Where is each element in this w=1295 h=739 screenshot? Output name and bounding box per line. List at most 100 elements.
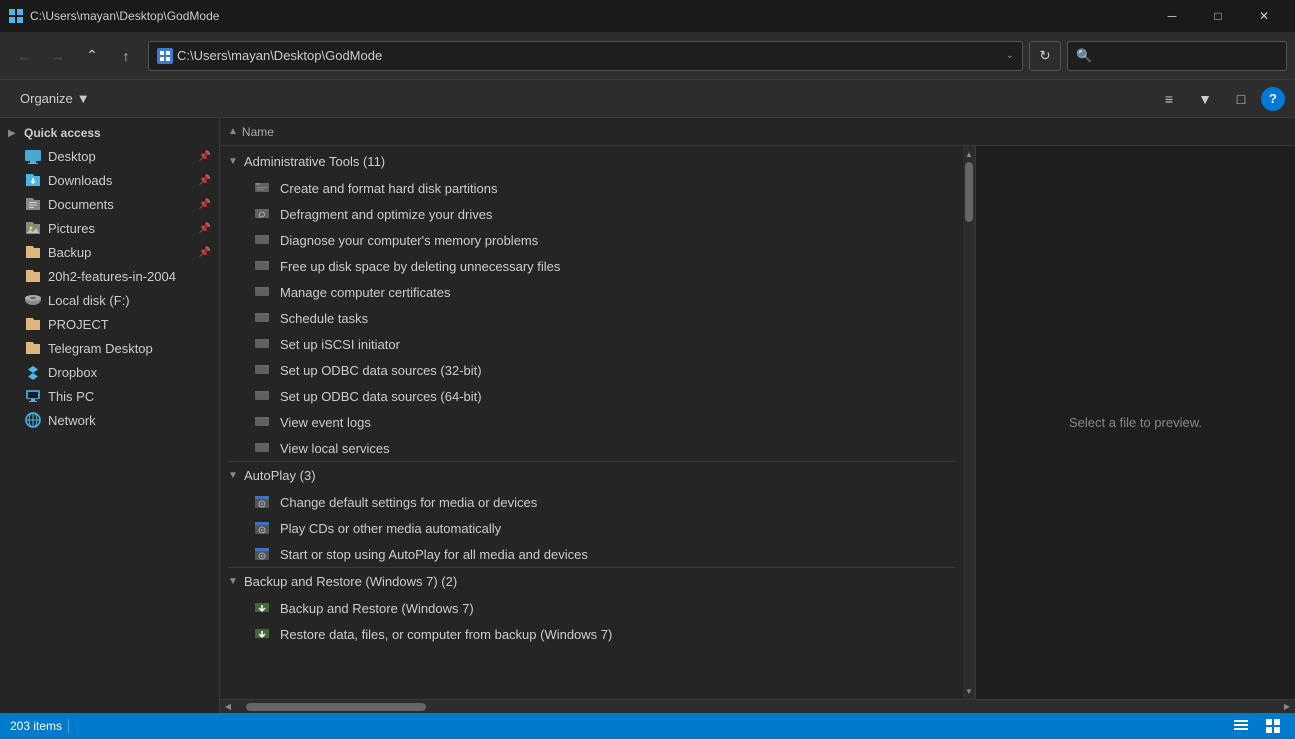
item-name: Diagnose your computer's memory problems: [280, 233, 538, 248]
column-header: ▲ Name: [220, 118, 1295, 146]
list-item[interactable]: View event logs: [220, 409, 963, 435]
list-item[interactable]: Set up ODBC data sources (64-bit): [220, 383, 963, 409]
sidebar-item-backup[interactable]: Backup 📌: [0, 240, 219, 264]
toolbar: ← → ⌃ ↑ C:\Users\mayan\Desktop\GodMode ⌄…: [0, 32, 1295, 80]
details-view-button[interactable]: [1229, 716, 1253, 736]
close-button[interactable]: ✕: [1241, 0, 1287, 32]
group-administrative-tools[interactable]: ▼ Administrative Tools (11): [220, 148, 963, 175]
forward-button[interactable]: →: [42, 40, 74, 72]
h-scroll-thumb[interactable]: [246, 703, 426, 711]
list-item[interactable]: View local services: [220, 435, 963, 461]
sidebar-item-desktop[interactable]: Desktop 📌: [0, 144, 219, 168]
content-wrapper: ▲ Name ▼ Administrative Tools (11): [220, 118, 1295, 713]
autoplay-icon: [252, 518, 272, 538]
horizontal-scrollbar[interactable]: ◀ ▶: [220, 699, 1295, 713]
sidebar-item-pictures[interactable]: Pictures 📌: [0, 216, 219, 240]
up-button[interactable]: ↑: [110, 40, 142, 72]
quick-access-section[interactable]: ▶ Quick access: [0, 122, 219, 144]
window-controls: ─ □ ✕: [1149, 0, 1287, 32]
view-chevron-button[interactable]: ▼: [1189, 86, 1221, 112]
scroll-track[interactable]: [963, 162, 975, 683]
backup-pin-icon: 📌: [199, 247, 211, 258]
list-item[interactable]: Play CDs or other media automatically: [220, 515, 963, 541]
refresh-button[interactable]: ↻: [1029, 41, 1061, 71]
item-name: Free up disk space by deleting unnecessa…: [280, 259, 560, 274]
minimize-button[interactable]: ─: [1149, 0, 1195, 32]
sidebar-downloads-label: Downloads: [48, 173, 193, 188]
sidebar-desktop-label: Desktop: [48, 149, 193, 164]
vertical-scrollbar[interactable]: ▲ ▼: [963, 146, 975, 699]
view-options-button[interactable]: ≡: [1153, 86, 1185, 112]
tool-icon: [252, 282, 272, 302]
sidebar-item-dropbox[interactable]: Dropbox: [0, 360, 219, 384]
sidebar-20h2-label: 20h2-features-in-2004: [48, 269, 211, 284]
list-item[interactable]: Set up ODBC data sources (32-bit): [220, 357, 963, 383]
scroll-right-arrow[interactable]: ▶: [1279, 700, 1295, 714]
layout-button[interactable]: □: [1225, 86, 1257, 112]
list-item[interactable]: Start or stop using AutoPlay for all med…: [220, 541, 963, 567]
tool-icon: [252, 178, 272, 198]
list-item[interactable]: Manage computer certificates: [220, 279, 963, 305]
scroll-down-arrow[interactable]: ▼: [963, 683, 975, 699]
tool-icon: [252, 360, 272, 380]
list-item[interactable]: Restore data, files, or computer from ba…: [220, 621, 963, 647]
status-left: 203 items: [10, 719, 69, 733]
sidebar-item-project[interactable]: PROJECT: [0, 312, 219, 336]
address-bar[interactable]: C:\Users\mayan\Desktop\GodMode ⌄: [148, 41, 1023, 71]
item-name: Start or stop using AutoPlay for all med…: [280, 547, 588, 562]
file-list: ▼ Administrative Tools (11): [220, 146, 963, 699]
up-options-button[interactable]: ⌃: [76, 40, 108, 72]
name-column-header[interactable]: Name: [242, 125, 1287, 139]
item-name: Set up ODBC data sources (32-bit): [280, 363, 482, 378]
help-button[interactable]: ?: [1261, 87, 1285, 111]
item-name: Schedule tasks: [280, 311, 368, 326]
item-name: Backup and Restore (Windows 7): [280, 601, 474, 616]
telegram-folder-icon: [24, 339, 42, 357]
sidebar-project-label: PROJECT: [48, 317, 211, 332]
sidebar-item-20h2[interactable]: 20h2-features-in-2004: [0, 264, 219, 288]
maximize-button[interactable]: □: [1195, 0, 1241, 32]
tool-icon: [252, 256, 272, 276]
sidebar-item-downloads[interactable]: Downloads 📌: [0, 168, 219, 192]
list-item[interactable]: Schedule tasks: [220, 305, 963, 331]
sort-arrow-icon: ▲: [228, 126, 238, 137]
downloads-pin-icon: 📌: [199, 175, 211, 186]
sidebar-dropbox-label: Dropbox: [48, 365, 211, 380]
dropbox-icon: [24, 363, 42, 381]
sidebar-documents-label: Documents: [48, 197, 193, 212]
group-backup-restore[interactable]: ▼ Backup and Restore (Windows 7) (2): [220, 568, 963, 595]
search-bar[interactable]: 🔍: [1067, 41, 1287, 71]
tool-icon: [252, 438, 272, 458]
list-item[interactable]: Free up disk space by deleting unnecessa…: [220, 253, 963, 279]
tool-icon: [252, 386, 272, 406]
scroll-thumb[interactable]: [965, 162, 973, 222]
list-item[interactable]: Diagnose your computer's memory problems: [220, 227, 963, 253]
backup-folder-icon: [24, 243, 42, 261]
content-area: ▼ Administrative Tools (11): [220, 146, 1295, 699]
search-icon: 🔍: [1076, 48, 1092, 64]
address-chevron-icon[interactable]: ⌄: [1006, 50, 1014, 61]
tool-icon: [252, 412, 272, 432]
scroll-up-arrow[interactable]: ▲: [963, 146, 975, 162]
sidebar-item-thispc[interactable]: This PC: [0, 384, 219, 408]
item-name: Change default settings for media or dev…: [280, 495, 537, 510]
sidebar-item-network[interactable]: Network: [0, 408, 219, 432]
group-autoplay[interactable]: ▼ AutoPlay (3): [220, 462, 963, 489]
h-scroll-track[interactable]: [236, 700, 1279, 714]
sidebar-item-documents[interactable]: Documents 📌: [0, 192, 219, 216]
window-title: C:\Users\mayan\Desktop\GodMode: [30, 9, 219, 23]
organize-chevron-icon: ▼: [77, 91, 90, 106]
network-icon: [24, 411, 42, 429]
sidebar-item-localdisk[interactable]: Local disk (F:): [0, 288, 219, 312]
scroll-left-arrow[interactable]: ◀: [220, 700, 236, 714]
organize-button[interactable]: Organize ▼: [10, 86, 100, 112]
downloads-folder-icon: [24, 171, 42, 189]
list-item[interactable]: Backup and Restore (Windows 7): [220, 595, 963, 621]
tiles-view-button[interactable]: [1261, 716, 1285, 736]
list-item[interactable]: Defragment and optimize your drives: [220, 201, 963, 227]
back-button[interactable]: ←: [8, 40, 40, 72]
list-item[interactable]: Change default settings for media or dev…: [220, 489, 963, 515]
sidebar-item-telegram[interactable]: Telegram Desktop: [0, 336, 219, 360]
list-item[interactable]: Set up iSCSI initiator: [220, 331, 963, 357]
list-item[interactable]: Create and format hard disk partitions: [220, 175, 963, 201]
